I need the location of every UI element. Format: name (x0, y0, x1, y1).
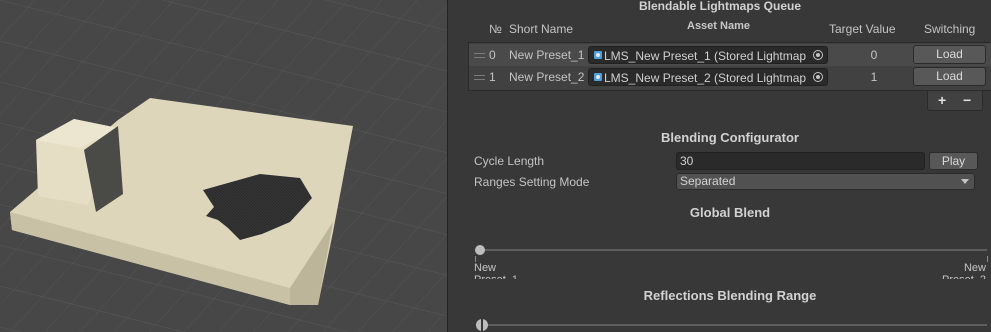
row-index: 1 (489, 70, 496, 84)
scene-render (0, 0, 447, 332)
queue-list: 0 New Preset_1 LMS_New Preset_1 (Stored … (468, 42, 991, 91)
reflections-range-track[interactable] (479, 324, 987, 326)
lightmap-asset-icon (594, 73, 602, 81)
column-header-target-value: Target Value (829, 22, 896, 36)
cycle-length-input[interactable]: 30 (676, 152, 925, 170)
object-picker-icon[interactable] (813, 72, 823, 82)
row-short-name: New Preset_1 (509, 48, 585, 62)
ranges-mode-value: Separated (680, 174, 736, 188)
object-picker-icon[interactable] (813, 50, 823, 60)
global-blend-thumb[interactable] (475, 245, 485, 255)
row-index: 0 (489, 48, 496, 62)
list-footer: + − (927, 91, 983, 111)
cycle-length-label: Cycle Length (474, 154, 545, 168)
load-button[interactable]: Load (913, 45, 986, 64)
column-header-number: № (489, 22, 502, 36)
row-target-value: 0 (870, 48, 878, 62)
asset-object-field[interactable]: LMS_New Preset_1 (Stored Lightmap (588, 46, 828, 64)
scene-viewport[interactable] (0, 0, 447, 332)
inspector-panel: Blendable Lightmaps Queue № Short Name A… (447, 0, 991, 332)
blend-end-label: New Preset_2 (942, 262, 986, 279)
add-item-button[interactable]: + (938, 92, 946, 108)
reflections-range-title: Reflections Blending Range (643, 288, 817, 303)
drag-handle-icon[interactable] (474, 75, 485, 80)
column-header-switching: Switching (924, 22, 976, 36)
blend-start-label: New Preset_1 (474, 262, 518, 279)
lightmap-asset-icon (594, 51, 602, 59)
queue-row[interactable]: 0 New Preset_1 LMS_New Preset_1 (Stored … (469, 44, 991, 66)
global-blend-title: Global Blend (689, 205, 771, 220)
reflections-range-handle[interactable] (476, 319, 488, 331)
column-header-short-name: Short Name (509, 22, 574, 36)
drag-handle-icon[interactable] (474, 53, 485, 58)
remove-item-button[interactable]: − (963, 92, 971, 108)
row-short-name: New Preset_2 (509, 70, 585, 84)
play-button[interactable]: Play (929, 152, 978, 170)
asset-object-field[interactable]: LMS_New Preset_2 (Stored Lightmap (588, 68, 828, 86)
column-header-asset-name: Asset Name (687, 20, 750, 32)
chevron-down-icon (961, 179, 969, 184)
ranges-mode-label: Ranges Setting Mode (474, 175, 590, 189)
global-blend-track[interactable] (479, 249, 987, 251)
asset-name: LMS_New Preset_1 (Stored Lightmap (604, 49, 807, 63)
load-button[interactable]: Load (913, 67, 986, 86)
slider-tick (987, 256, 988, 262)
ranges-mode-dropdown[interactable]: Separated (676, 173, 975, 190)
asset-name: LMS_New Preset_2 (Stored Lightmap (604, 71, 807, 85)
queue-title: Blendable Lightmaps Queue (638, 0, 802, 13)
configurator-title: Blending Configurator (661, 130, 799, 145)
queue-row[interactable]: 1 New Preset_2 LMS_New Preset_2 (Stored … (469, 66, 991, 88)
row-target-value: 1 (870, 70, 878, 84)
